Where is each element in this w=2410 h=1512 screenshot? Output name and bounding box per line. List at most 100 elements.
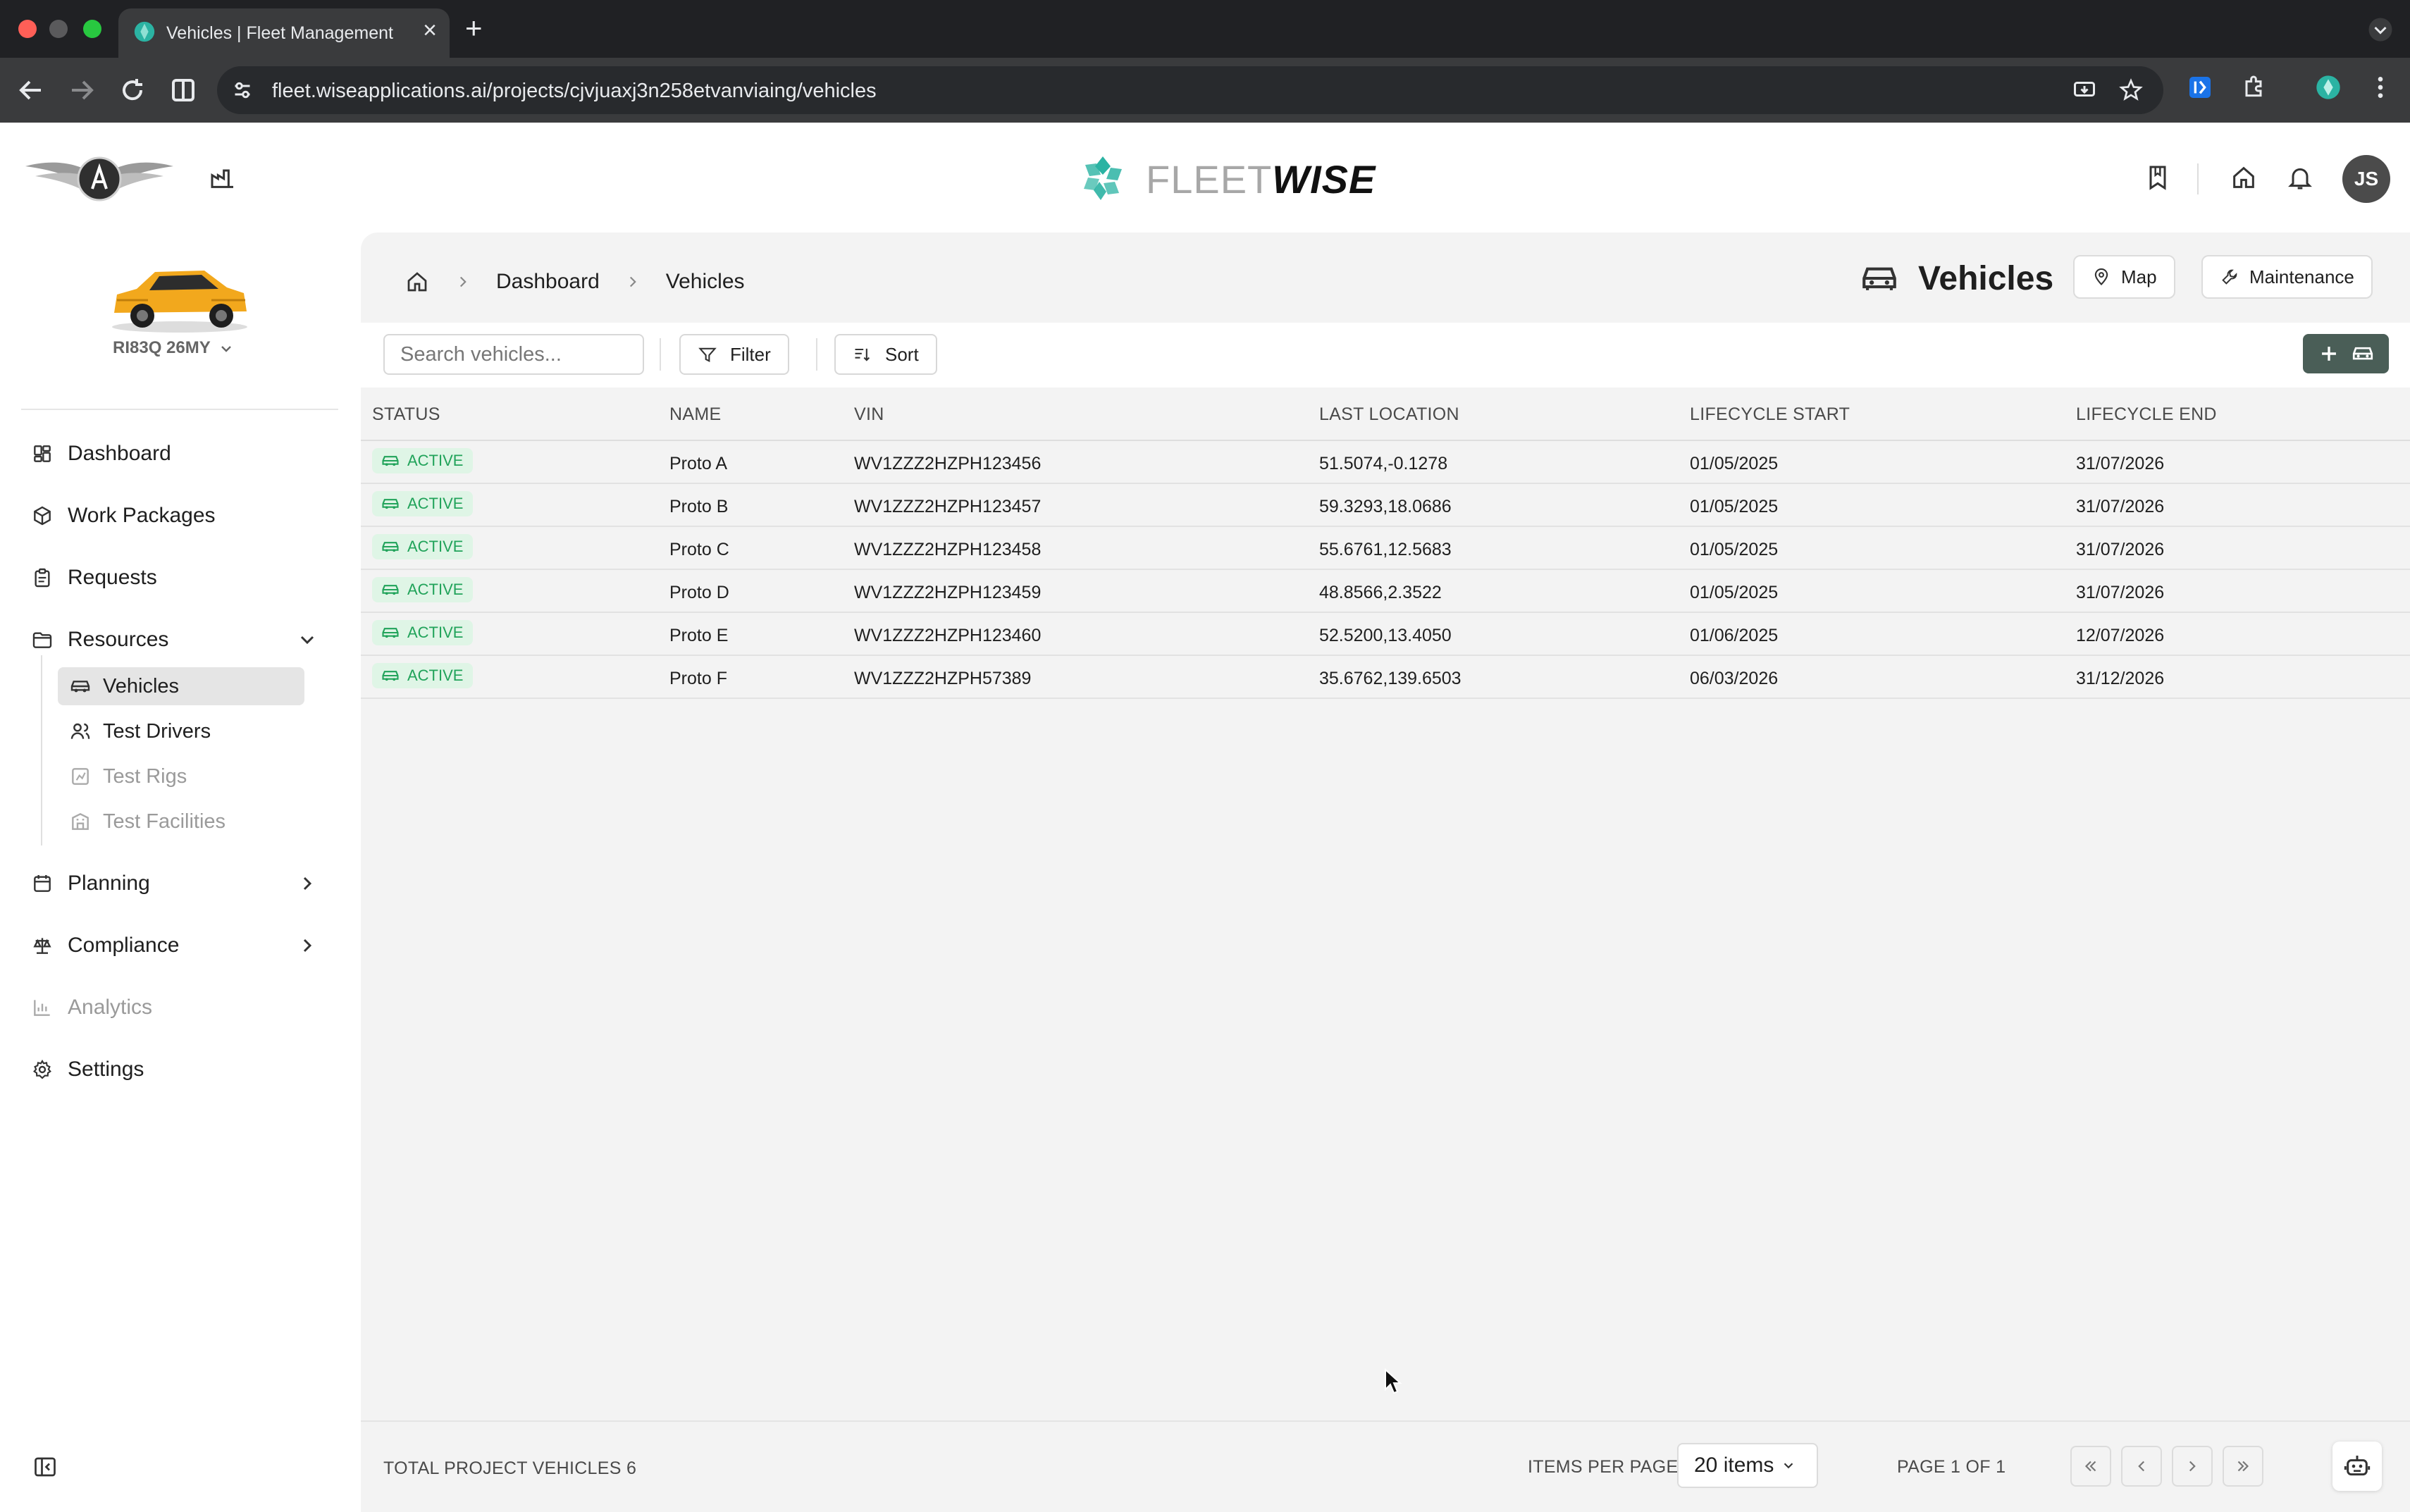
sort-button-label: Sort <box>885 343 919 365</box>
cell-vin: WV1ZZZ2HZPH123459 <box>854 583 1042 602</box>
sidebar-item-analytics[interactable]: Analytics <box>31 988 152 1027</box>
vehicles-table: STATUS NAME VIN LAST LOCATION LIFECYCLE … <box>361 388 2410 699</box>
map-button-label: Map <box>2121 266 2157 287</box>
sidebar-item-dashboard[interactable]: Dashboard <box>31 434 171 473</box>
search-input[interactable]: Search vehicles... <box>383 334 644 375</box>
column-header-lifecycle-start[interactable]: LIFECYCLE START <box>1690 404 1850 425</box>
column-header-status[interactable]: STATUS <box>372 404 440 425</box>
sidebar-item-requests[interactable]: Requests <box>31 558 157 597</box>
sidebar-subitem-vehicles[interactable]: Vehicles <box>58 667 304 705</box>
vehicle-selector-label: RI83Q 26MY <box>113 338 211 357</box>
sidebar-subitem-label: Test Drivers <box>103 719 211 743</box>
bookmark-star-icon[interactable] <box>2118 78 2144 103</box>
sidebar-subitem-test-drivers[interactable]: Test Drivers <box>58 712 304 750</box>
header-divider <box>2197 163 2199 194</box>
cell-lifecycle-start: 06/03/2026 <box>1690 669 1779 688</box>
winged-logo-icon[interactable] <box>25 152 173 203</box>
car-icon <box>382 585 399 595</box>
sidebar-item-settings[interactable]: Settings <box>31 1050 144 1089</box>
car-icon <box>382 456 399 466</box>
scale-icon <box>33 938 51 954</box>
chevron-right-icon <box>2189 1461 2196 1472</box>
sidebar-item-resources[interactable]: Resources <box>31 620 333 659</box>
items-per-page-select[interactable]: 20 items <box>1677 1443 1818 1488</box>
table-row[interactable]: ACTIVE Proto F WV1ZZZ2HZPH57389 35.6762,… <box>361 656 2410 699</box>
add-vehicle-button[interactable] <box>2303 334 2389 373</box>
vehicle-selector[interactable]: RI83Q 26MY <box>113 338 235 358</box>
cell-last-location: 35.6762,139.6503 <box>1319 669 1462 688</box>
cell-lifecycle-start: 01/05/2025 <box>1690 497 1779 516</box>
breadcrumb-home-icon[interactable] <box>404 269 430 295</box>
extension-ix-icon[interactable] <box>2186 73 2214 101</box>
site-info-icon[interactable] <box>230 78 255 103</box>
browser-menu-icon[interactable] <box>2366 73 2394 101</box>
bookmark-book-icon[interactable] <box>2144 163 2172 192</box>
cell-name: Proto E <box>669 626 729 645</box>
map-button[interactable]: Map <box>2073 255 2175 299</box>
cell-vin: WV1ZZZ2HZPH123458 <box>854 540 1042 559</box>
new-tab-button[interactable]: + <box>465 13 483 44</box>
factory-icon[interactable] <box>209 163 237 192</box>
url-text: fleet.wiseapplications.ai/projects/cjvju… <box>272 80 877 102</box>
forward-icon[interactable] <box>65 73 99 107</box>
table-row[interactable]: ACTIVE Proto A WV1ZZZ2HZPH123456 51.5074… <box>361 441 2410 484</box>
tab-close-icon[interactable]: × <box>423 18 437 42</box>
last-page-button[interactable] <box>2223 1446 2263 1487</box>
browser-toolbar: fleet.wiseapplications.ai/projects/cjvju… <box>0 58 2410 123</box>
address-bar[interactable]: fleet.wiseapplications.ai/projects/cjvju… <box>217 66 2163 114</box>
table-header: STATUS NAME VIN LAST LOCATION LIFECYCLE … <box>361 388 2410 441</box>
status-badge: ACTIVE <box>372 620 474 645</box>
sidebar-subitem-test-rigs[interactable]: Test Rigs <box>58 757 304 795</box>
first-page-button[interactable] <box>2070 1446 2111 1487</box>
cell-last-location: 48.8566,2.3522 <box>1319 583 1442 602</box>
split-view-icon[interactable] <box>166 73 200 107</box>
back-icon[interactable] <box>14 73 48 107</box>
window-maximize-button[interactable] <box>83 20 101 38</box>
reload-icon[interactable] <box>116 73 149 107</box>
sidebar-item-compliance[interactable]: Compliance <box>31 926 333 965</box>
chevron-right-icon <box>303 938 312 953</box>
column-header-vin[interactable]: VIN <box>854 404 884 425</box>
tab-search-icon[interactable] <box>2368 17 2393 42</box>
table-row[interactable]: ACTIVE Proto B WV1ZZZ2HZPH123457 59.3293… <box>361 484 2410 527</box>
sort-button[interactable]: Sort <box>834 334 937 375</box>
window-minimize-button[interactable] <box>49 20 68 38</box>
main-content: Dashboard Vehicles Vehicles Map Maintena… <box>361 233 2410 1512</box>
column-header-lifecycle-end[interactable]: LIFECYCLE END <box>2076 404 2217 425</box>
sidebar-subitem-test-facilities[interactable]: Test Facilities <box>58 803 304 841</box>
dashboard-grid-icon <box>34 445 51 462</box>
cell-lifecycle-end: 12/07/2026 <box>2076 626 2165 645</box>
status-badge: ACTIVE <box>372 448 474 473</box>
table-row[interactable]: ACTIVE Proto E WV1ZZZ2HZPH123460 52.5200… <box>361 613 2410 656</box>
sidebar-item-label: Resources <box>68 628 169 651</box>
column-header-name[interactable]: NAME <box>669 404 721 425</box>
window-close-button[interactable] <box>18 20 37 38</box>
sidebar-subitem-label: Test Facilities <box>103 810 226 833</box>
sidebar-item-label: Requests <box>68 566 157 589</box>
page-title-text: Vehicles <box>1918 259 2054 297</box>
status-text: ACTIVE <box>407 495 464 512</box>
maintenance-button[interactable]: Maintenance <box>2201 255 2373 299</box>
assistant-chat-button[interactable] <box>2332 1442 2382 1491</box>
table-row[interactable]: ACTIVE Proto C WV1ZZZ2HZPH123458 55.6761… <box>361 527 2410 570</box>
home-icon[interactable] <box>2230 163 2258 192</box>
profile-fleetwise-icon[interactable] <box>2314 73 2342 101</box>
notification-bell-icon[interactable] <box>2286 163 2314 192</box>
sidebar-item-planning[interactable]: Planning <box>31 864 333 903</box>
table-row[interactable]: ACTIVE Proto D WV1ZZZ2HZPH123459 48.8566… <box>361 570 2410 613</box>
package-icon <box>34 506 51 526</box>
previous-page-button[interactable] <box>2121 1446 2162 1487</box>
next-page-button[interactable] <box>2172 1446 2213 1487</box>
clipboard-icon <box>35 568 50 588</box>
browser-tab[interactable]: Vehicles | Fleet Management × <box>118 8 450 58</box>
collapse-sidebar-icon[interactable] <box>32 1454 58 1480</box>
filter-button[interactable]: Filter <box>679 334 789 375</box>
install-app-icon[interactable] <box>2072 78 2097 103</box>
sidebar-item-work-packages[interactable]: Work Packages <box>31 496 216 535</box>
extensions-puzzle-icon[interactable] <box>2239 73 2268 101</box>
cell-vin: WV1ZZZ2HZPH123456 <box>854 454 1042 473</box>
chevron-right-icon <box>459 276 466 287</box>
breadcrumb-dashboard-link[interactable]: Dashboard <box>496 270 600 294</box>
user-avatar[interactable]: JS <box>2342 155 2390 203</box>
column-header-last-location[interactable]: LAST LOCATION <box>1319 404 1459 425</box>
